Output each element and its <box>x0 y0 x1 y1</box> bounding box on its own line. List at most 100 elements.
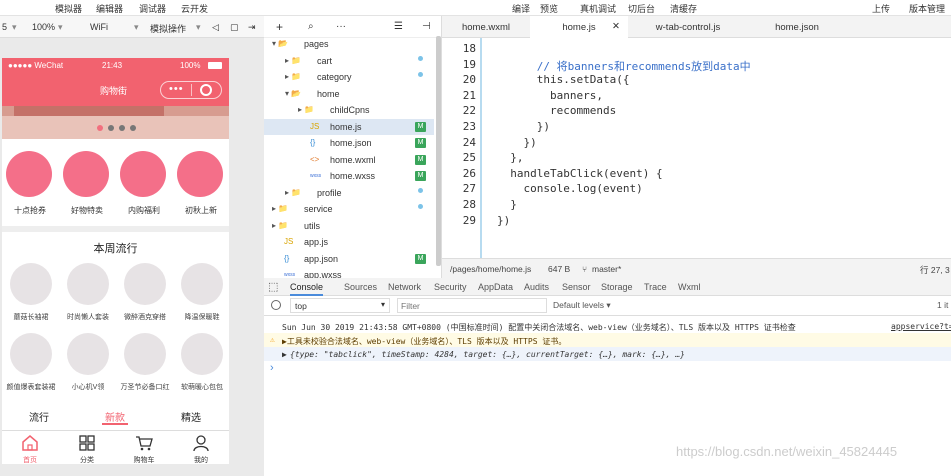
recommend-image[interactable] <box>177 151 223 197</box>
code-line[interactable]: }, <box>497 151 523 164</box>
code-editor[interactable]: 18 19 // 将banners和recommends放到data中 20 thi… <box>442 38 951 258</box>
network-select[interactable]: WiFi <box>90 22 108 32</box>
tab-storage[interactable]: Storage <box>601 282 633 292</box>
tab-home-json[interactable]: home.json <box>748 16 846 38</box>
tree-item[interactable]: ▸ 📁 utils <box>264 218 434 234</box>
user-icon <box>193 435 209 452</box>
tab-appdata[interactable]: AppData <box>478 282 513 292</box>
tree-item[interactable]: JS home.js M <box>264 118 434 135</box>
tab-selected[interactable]: 精选 <box>181 409 201 424</box>
popular-image[interactable] <box>67 333 109 375</box>
tree-item[interactable]: {} home.json M <box>264 135 434 151</box>
mode-select[interactable]: 模拟操作 <box>150 22 186 35</box>
volume-icon[interactable]: ◁ <box>212 22 219 33</box>
tab-popular[interactable]: 流行 <box>29 409 49 424</box>
tab-home-wxml[interactable]: home.wxml <box>442 16 530 38</box>
tab-new[interactable]: 新款 <box>105 409 125 424</box>
popular-image[interactable] <box>124 263 166 305</box>
swiper-dot[interactable] <box>108 125 114 131</box>
capsule-menu[interactable]: ••• <box>160 81 222 99</box>
upload-button[interactable]: 上传 <box>872 2 890 15</box>
recommend-image[interactable] <box>63 151 109 197</box>
swiper-dot[interactable] <box>130 125 136 131</box>
tree-item[interactable]: <> home.wxml M <box>264 152 434 168</box>
swiper-dot-active[interactable] <box>97 125 103 131</box>
code-line[interactable]: banners, <box>497 89 603 102</box>
tree-item[interactable]: {} app.json M <box>264 251 434 267</box>
split-icon[interactable]: ⊣ <box>422 21 431 32</box>
tree-item[interactable]: ▸ 📁 profile <box>264 185 434 201</box>
expand-triangle-icon[interactable]: ▶ <box>282 350 287 359</box>
zoom-select[interactable]: 100% <box>32 22 55 32</box>
tab-sources[interactable]: Sources <box>344 282 377 292</box>
tree-item[interactable]: ▸ 📁 service <box>264 201 434 217</box>
preview-button[interactable]: 预览 <box>540 2 558 15</box>
popular-image[interactable] <box>181 333 223 375</box>
tab-wxml[interactable]: Wxml <box>678 282 701 292</box>
popular-image[interactable] <box>124 333 166 375</box>
log-levels-select[interactable]: Default levels ▾ <box>553 300 611 311</box>
menu-cloud[interactable]: 云开发 <box>181 2 208 15</box>
scale-prefix[interactable]: 5 <box>2 22 7 32</box>
banner-swiper[interactable] <box>2 106 229 139</box>
git-branch[interactable]: master* <box>592 264 621 274</box>
popout-icon[interactable]: ⇥ <box>248 22 256 33</box>
close-icon[interactable]: ✕ <box>612 21 620 32</box>
code-line[interactable]: console.log(event) <box>497 182 642 195</box>
code-line[interactable]: } <box>497 198 517 211</box>
close-mini-icon[interactable] <box>200 84 212 96</box>
code-line[interactable]: // 将banners和recommends放到data中 <box>497 58 751 74</box>
tab-console[interactable]: Console <box>290 282 324 296</box>
clear-cache-button[interactable]: 清缓存 <box>670 2 697 15</box>
code-line[interactable]: }) <box>497 214 510 227</box>
more-icon[interactable]: ••• <box>169 83 184 95</box>
tab-w-tab-control[interactable]: w-tab-control.js <box>628 16 748 38</box>
version-button[interactable]: 版本管理 <box>909 2 945 15</box>
popular-image[interactable] <box>181 263 223 305</box>
code-line[interactable]: this.setData({ <box>497 73 630 86</box>
more-icon[interactable]: ··· <box>336 21 346 32</box>
real-debug-button[interactable]: 真机调试 <box>580 2 616 15</box>
code-line[interactable]: }) <box>497 120 550 133</box>
tree-item[interactable]: ▾ 📂 pages <box>264 36 434 52</box>
filter-input[interactable] <box>397 298 547 313</box>
swiper-dot[interactable] <box>119 125 125 131</box>
recommend-image[interactable] <box>120 151 166 197</box>
clear-console-icon[interactable] <box>271 300 281 310</box>
context-select[interactable]: top ▾ <box>290 298 390 313</box>
tree-item[interactable]: ▸ 📁 category <box>264 69 434 85</box>
explorer-scrollbar[interactable] <box>436 36 441 266</box>
tree-item[interactable]: JS app.js <box>264 234 434 250</box>
tab-security[interactable]: Security <box>434 282 467 292</box>
tree-item[interactable]: wxss home.wxss M <box>264 168 434 184</box>
popular-image[interactable] <box>67 263 109 305</box>
log-source-link[interactable]: appservice?t= <box>891 322 951 331</box>
collapse-icon[interactable]: ☰ <box>394 21 403 32</box>
rotate-icon[interactable]: ▢ <box>230 22 239 33</box>
tab-home-js[interactable]: home.js ✕ <box>530 16 628 38</box>
compile-button[interactable]: 编译 <box>512 2 530 15</box>
tab-network[interactable]: Network <box>388 282 421 292</box>
popular-image[interactable] <box>10 263 52 305</box>
tab-sensor[interactable]: Sensor <box>562 282 591 292</box>
popular-image[interactable] <box>10 333 52 375</box>
code-line[interactable]: recommends <box>497 104 616 117</box>
code-line[interactable]: handleTabClick(event) { <box>497 167 662 180</box>
recommend-image[interactable] <box>6 151 52 197</box>
menu-debugger[interactable]: 调试器 <box>139 2 166 15</box>
code-line[interactable]: }) <box>497 136 536 149</box>
inspect-icon[interactable]: ⬚ <box>268 280 278 293</box>
menu-editor[interactable]: 编辑器 <box>96 2 123 15</box>
search-icon[interactable]: ⌕ <box>308 21 314 32</box>
add-icon[interactable]: + <box>276 20 283 34</box>
background-button[interactable]: 切后台 <box>628 2 655 15</box>
object-preview[interactable]: {type: "tabclick", timeStamp: 4284, targ… <box>290 350 685 359</box>
console-prompt[interactable]: › <box>270 362 274 374</box>
menu-simulator[interactable]: 模拟器 <box>55 2 82 15</box>
tab-trace[interactable]: Trace <box>644 282 667 292</box>
console-object-line[interactable]: ▶ {type: "tabclick", timeStamp: 4284, ta… <box>264 347 951 361</box>
tree-item[interactable]: ▸ 📁 childCpns <box>264 102 434 118</box>
tab-audits[interactable]: Audits <box>524 282 549 292</box>
tree-item[interactable]: ▾ 📂 home <box>264 86 434 102</box>
tree-item[interactable]: ▸ 📁 cart <box>264 53 434 69</box>
